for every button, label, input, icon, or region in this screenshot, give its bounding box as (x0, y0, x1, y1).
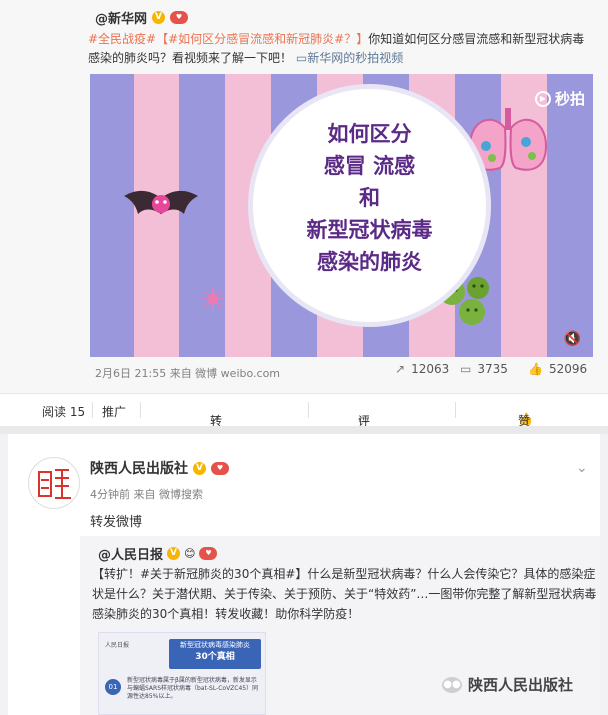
comment-count[interactable]: ▭ 3735 (460, 362, 508, 376)
thumb-logo: 人民日报 (105, 642, 130, 649)
bat-icon (124, 190, 198, 214)
weibo-post-card: @新华网 V ♥ #全民战疫#【#如何区分感冒流感和新冠肺炎#？】你知道如何区分… (0, 0, 608, 445)
emoji-badge-icon: 😊 (184, 547, 196, 560)
mute-icon[interactable]: 🔇 (564, 331, 581, 347)
video-title-line: 新型冠状病毒 (306, 218, 433, 242)
virus-small-icon (202, 288, 224, 310)
card-divider (0, 426, 608, 434)
post-meta: 2月6日 21:55 来自 微博 weibo.com (95, 367, 281, 380)
repost-count[interactable]: ↗ 12063 (395, 362, 449, 376)
post-author: @新华网 V ♥ (95, 8, 189, 27)
verified-icon: V (167, 547, 181, 560)
thumb-header: 新型冠状病毒感染肺炎 30个真相 (169, 639, 261, 669)
topic-link[interactable]: 【#如何区分感冒流感和新冠肺炎#？】 (156, 32, 368, 46)
like-count[interactable]: 👍 52096 (528, 362, 587, 376)
comment-icon: ▭ (460, 362, 472, 376)
weibo-post-card: 陕西人民出版社 V ♥ ⌄ 4分钟前 来自 微博搜索 转发微博 @人民日报 V … (8, 434, 600, 715)
post-author: 陕西人民出版社 V ♥ (90, 458, 229, 478)
read-count: 阅读 15 (42, 405, 86, 419)
repost-image-thumbnail[interactable]: 人民日报 新型冠状病毒感染肺炎 30个真相 01 新型冠状病毒属于β属的新型冠状… (98, 632, 266, 715)
member-badge-icon: ♥ (211, 461, 229, 475)
author-name[interactable]: @新华网 (95, 8, 147, 27)
post-meta: 4分钟前 来自 微博搜索 (90, 488, 203, 501)
miaopai-watermark: ▶ 秒拍 (534, 88, 585, 109)
video-title-line: 感染的肺炎 (317, 250, 422, 274)
video-player[interactable]: 如何区分 感冒 流感 和 新型冠状病毒 感染的肺炎 ▶ 秒拍 🔇 (90, 74, 593, 357)
chevron-down-icon[interactable]: ⌄ (576, 460, 588, 476)
video-link[interactable]: ▭新华网的秒拍视频 (296, 51, 403, 65)
wechat-icon: ●● (442, 676, 462, 693)
video-title-line: 感冒 流感 (323, 154, 416, 178)
repost-text: 【转扩！#关于新冠肺炎的30个真相#】什么是新型冠状病毒？什么人会传染它？具体的… (92, 567, 597, 621)
video-link-icon: ▭ (295, 51, 308, 65)
member-badge-icon: ♥ (170, 11, 189, 24)
author-name[interactable]: @人民日报 (98, 544, 163, 563)
post-body: 转发微博 (90, 515, 143, 530)
avatar[interactable] (28, 457, 80, 509)
member-badge-icon: ♥ (199, 547, 218, 560)
play-circle-icon: ▶ (534, 90, 551, 107)
publisher-logo-icon (38, 469, 71, 499)
verified-icon: V (152, 11, 166, 24)
post-text: #全民战疫#【#如何区分感冒流感和新冠肺炎#？】你知道如何区分感冒流感和新型冠状… (88, 30, 593, 68)
thumb-text: 新型冠状病毒属于β属的新型冠状病毒，新发显示与蝙蝠SARS样冠状病毒（bat-S… (127, 677, 259, 700)
promote-button[interactable]: 推广 (102, 403, 126, 420)
publisher-watermark: ●● 陕西人民出版社 (442, 676, 574, 694)
thumb-number: 01 (105, 679, 121, 695)
verified-icon: V (193, 461, 206, 475)
video-title-line: 和 (359, 186, 380, 210)
hashtag-link[interactable]: #全民战疫# (88, 32, 156, 46)
action-bar: 阅读 15 推广 ↗ 转发 ▭ 评论 👍 赞 (0, 393, 608, 445)
video-title-line: 如何区分 (327, 122, 412, 146)
repost-author: @人民日报 V 😊 ♥ (98, 544, 218, 563)
repost-icon: ↗ (395, 362, 406, 376)
video-title-circle: 如何区分 感冒 流感 和 新型冠状病毒 感染的肺炎 (248, 84, 491, 327)
thumbs-up-icon: 👍 (528, 362, 543, 376)
author-name[interactable]: 陕西人民出版社 (90, 458, 188, 478)
